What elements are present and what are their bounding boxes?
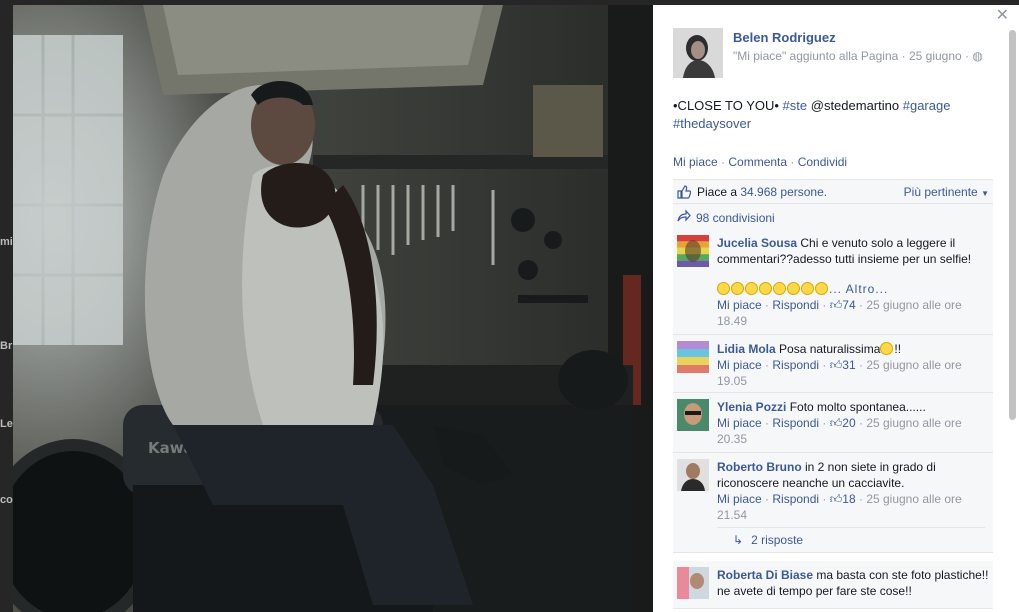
action-separator: · (787, 155, 798, 169)
action-separator: · (717, 155, 729, 169)
view-replies-link[interactable]: ↳ 2 risposte (673, 527, 993, 553)
post-text: •CLOSE TO YOU• #ste @stedemartino #garag… (673, 97, 993, 133)
commenter-name[interactable]: Ylenia Pozzi (717, 400, 786, 414)
backdrop-edge-text: Br (0, 340, 13, 352)
like-button[interactable]: Mi piace (673, 155, 718, 169)
mention-text: @stedemartino (810, 98, 900, 113)
comment-reply-button[interactable]: Rispondi (772, 416, 819, 430)
post-meta-text: "Mi piace" aggiunto alla Pagina · 25 giu… (733, 49, 970, 63)
comment-text: Posa naturalissima (779, 342, 881, 356)
comment-item: Roberta Di Biase ma basta con ste foto p… (673, 561, 993, 609)
comment-footer: Mi piace · Rispondi · 👍︎18 · 25 giugno a… (717, 492, 962, 522)
emoji-icon (717, 282, 730, 295)
backdrop-edge-text: mi (0, 236, 13, 248)
hashtag-garage[interactable]: #garage (903, 98, 951, 113)
emoji-icon (801, 282, 814, 295)
post-actions: Mi piace · Commenta · Condividi (673, 155, 847, 169)
comment-reply-button[interactable]: Rispondi (772, 492, 819, 506)
hashtag-thedaysover[interactable]: #thedaysover (673, 116, 751, 131)
comment-divider (673, 553, 993, 561)
close-icon[interactable]: ✕ (996, 8, 1009, 24)
share-arrow-icon (677, 209, 691, 226)
comment-like-count[interactable]: 👍︎74 (830, 298, 856, 312)
post-sidebar: ✕ Belen Rodriguez "Mi piace" aggiunto al… (653, 5, 1019, 612)
caret-down-icon: ▼ (981, 189, 989, 198)
comment-like-button[interactable]: Mi piace (717, 358, 762, 372)
post-header: Belen Rodriguez "Mi piace" aggiunto alla… (673, 28, 1003, 80)
commenter-avatar[interactable] (677, 567, 709, 599)
likes-row: Piace a 34.968 persone. Più pertinente ▼ (673, 180, 993, 204)
sort-dropdown[interactable]: Più pertinente ▼ (904, 185, 989, 199)
comment-footer: Mi piace · Rispondi · 👍︎74 · 25 giugno a… (717, 298, 962, 328)
commenter-name[interactable]: Roberta Di Biase (717, 568, 813, 582)
garage-photo: Kawasaki (13, 5, 653, 612)
thumbs-up-icon: 👍︎ (829, 358, 843, 372)
commenter-avatar[interactable] (677, 235, 709, 267)
comment-like-button[interactable]: Mi piace (717, 492, 762, 506)
post-text-prefix: •CLOSE TO YOU• (673, 98, 779, 113)
comment-footer: Mi piace · Rispondi · 👍︎20 · 25 giugno a… (717, 416, 962, 446)
emoji-icon (731, 282, 744, 295)
comment-like-count[interactable]: 👍︎20 (830, 416, 856, 430)
comment-footer: Mi piace · Rispondi · 👍︎31 · 25 giugno a… (717, 358, 962, 388)
comment-reply-button[interactable]: Rispondi (772, 298, 819, 312)
shares-row[interactable]: 98 condivisioni (673, 204, 993, 232)
share-button[interactable]: Condividi (798, 155, 847, 169)
sort-label: Più pertinente (903, 185, 978, 199)
likes-count-link[interactable]: 34.968 persone. (740, 185, 827, 199)
comment-list: Jucelia Sousa Chi e venuto solo a legger… (673, 229, 993, 609)
comment-item: Roberto Bruno in 2 non siete in grado di… (673, 453, 993, 527)
commenter-name[interactable]: Jucelia Sousa (717, 236, 797, 250)
scrollbar[interactable] (1009, 30, 1016, 420)
comment-like-count[interactable]: 👍︎31 (830, 358, 856, 372)
emoji-icon (773, 282, 786, 295)
comment-like-count-value: 31 (842, 358, 856, 372)
commenter-avatar[interactable] (677, 459, 709, 491)
comment-like-count[interactable]: 👍︎18 (830, 492, 856, 506)
comment-like-count-value: 20 (842, 416, 856, 430)
hashtag-ste[interactable]: #ste (783, 98, 808, 113)
comment-like-count-value: 74 (842, 298, 856, 312)
post-meta: "Mi piace" aggiunto alla Pagina · 25 giu… (733, 49, 983, 63)
avatar[interactable] (673, 28, 723, 78)
emoji-row: ... Altro... (717, 281, 989, 297)
comment-suffix: !! (894, 342, 902, 356)
shares-count: 98 condivisioni (696, 210, 775, 225)
comment-item: Lidia Mola Posa naturalissima!! Mi piace… (673, 335, 993, 393)
likes-prefix: Piace a (697, 184, 738, 199)
commenter-name[interactable]: Lidia Mola (717, 342, 776, 356)
commenter-name[interactable]: Roberto Bruno (717, 460, 802, 474)
comment-text: Foto molto spontanea...... (789, 400, 926, 414)
comment-item: Ylenia Pozzi Foto molto spontanea...... … (673, 393, 993, 453)
emoji-icon (787, 282, 800, 295)
comment-like-count-value: 18 (842, 492, 856, 506)
thumbs-up-icon: 👍︎ (829, 416, 843, 430)
thumbs-up-icon: 👍︎ (829, 298, 843, 312)
commenter-avatar[interactable] (677, 341, 709, 373)
replies-count: 2 risposte (751, 532, 804, 547)
thumbs-up-icon (677, 184, 692, 199)
emoji-icon (880, 342, 894, 355)
emoji-icon (759, 282, 772, 295)
reply-arrow-icon: ↳ (733, 532, 744, 547)
globe-icon: ◍ (972, 49, 983, 63)
thumbs-up-icon: 👍︎ (829, 492, 843, 506)
comment-like-button[interactable]: Mi piace (717, 298, 762, 312)
photo-viewer[interactable]: Kawasaki (13, 5, 653, 612)
comment-button[interactable]: Commenta (728, 155, 787, 169)
backdrop-edge-text: co (0, 494, 13, 506)
comment-reply-button[interactable]: Rispondi (772, 358, 819, 372)
see-more-link[interactable]: ... Altro... (829, 282, 888, 296)
comment-item: Jucelia Sousa Chi e venuto solo a legger… (673, 229, 993, 335)
author-name[interactable]: Belen Rodriguez (733, 30, 836, 45)
comment-like-button[interactable]: Mi piace (717, 416, 762, 430)
commenter-avatar[interactable] (677, 399, 709, 431)
backdrop-edge-text: Le (0, 418, 13, 430)
emoji-icon (815, 282, 828, 295)
likes-box: Piace a 34.968 persone. Più pertinente ▼… (673, 179, 993, 232)
emoji-icon (745, 282, 758, 295)
